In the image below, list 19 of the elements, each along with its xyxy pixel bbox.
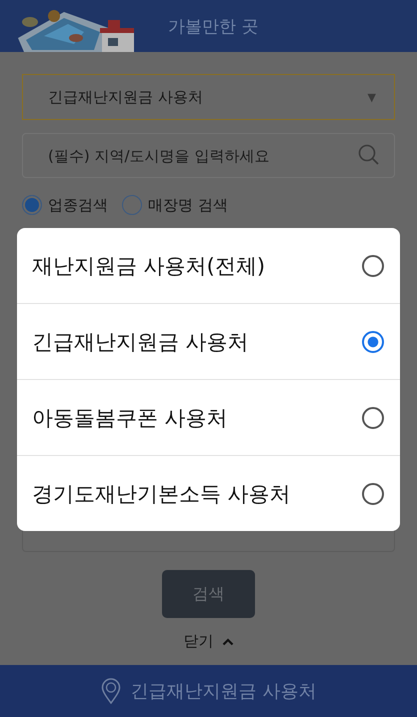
option-item[interactable]: 긴급재난지원금 사용처: [17, 303, 400, 379]
location-pin-icon: [100, 678, 121, 704]
radio-button[interactable]: [362, 406, 384, 428]
page-title: 가볼만한 곳: [168, 16, 258, 38]
search-field[interactable]: (필수) 지역/도시명을 입력하세요: [22, 133, 395, 178]
close-link[interactable]: 닫기: [184, 632, 234, 651]
footer-bar[interactable]: 긴급재난지원금 사용처: [0, 665, 417, 717]
radio-button[interactable]: [362, 482, 384, 504]
search-button[interactable]: 검색: [162, 570, 255, 618]
category-dropdown[interactable]: 긴급재난지원금 사용처 ▼: [22, 74, 395, 120]
chevron-up-icon[interactable]: [222, 638, 234, 646]
radio-button[interactable]: [362, 330, 384, 352]
option-item[interactable]: 재난지원금 사용처(전체): [17, 228, 400, 303]
search-mode-radio[interactable]: 업종검색: [22, 195, 108, 215]
radio-button[interactable]: [362, 254, 384, 276]
option-item[interactable]: 아동돌봄쿠폰 사용처: [17, 379, 400, 455]
search-mode-radio[interactable]: 매장명 검색: [122, 195, 228, 215]
option-item[interactable]: 경기도재난기본소득 사용처: [17, 455, 400, 531]
footer-label: 긴급재난지원금 사용처: [130, 680, 316, 703]
